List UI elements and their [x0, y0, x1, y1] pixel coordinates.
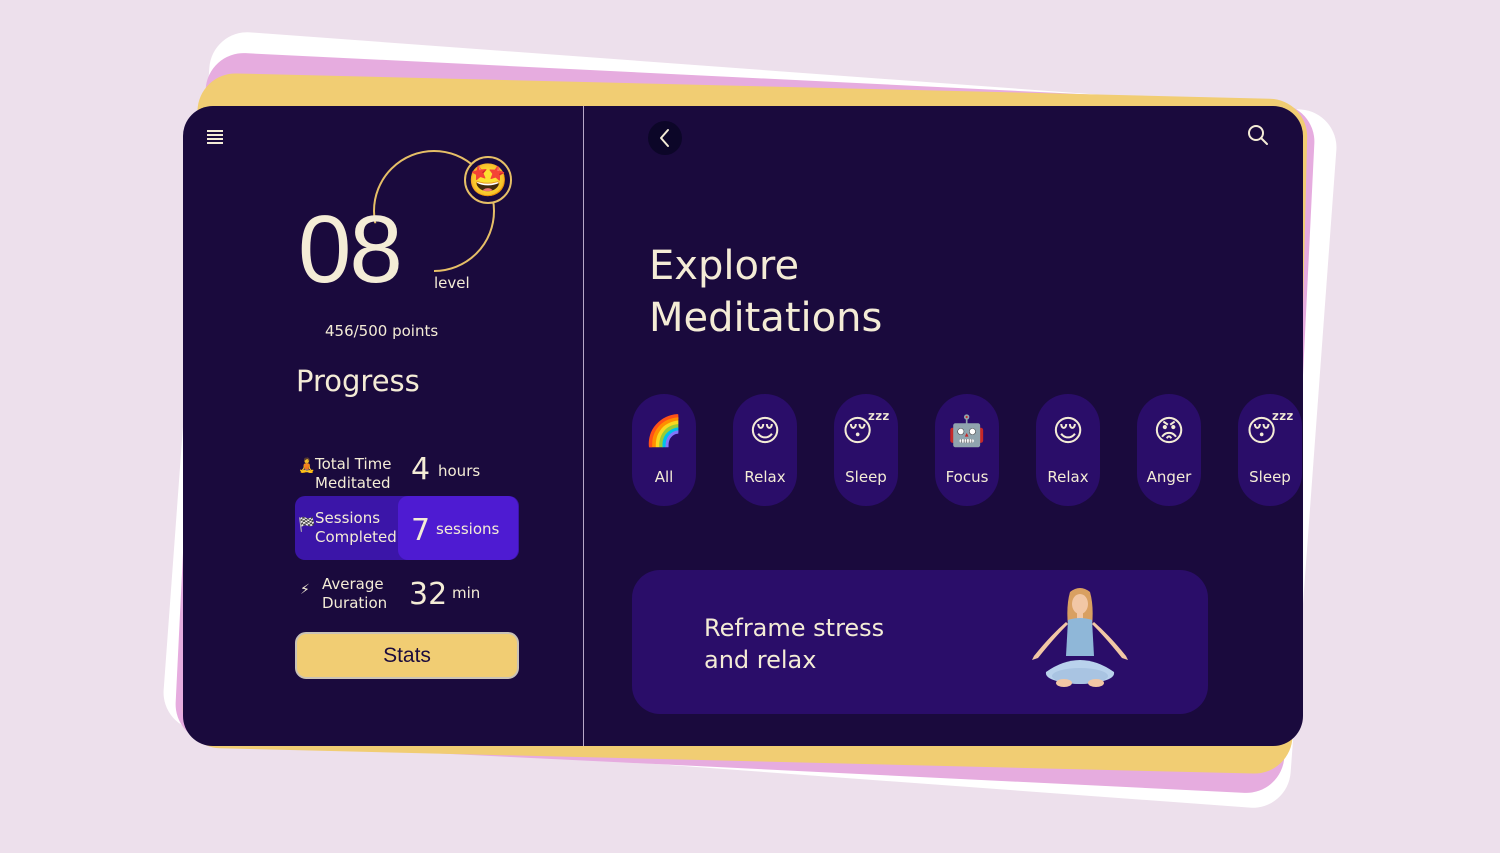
chip-label: Focus [945, 468, 989, 486]
lightning-icon: ⚡ [300, 582, 310, 598]
category-chip-all[interactable]: 🌈 All [632, 394, 696, 506]
angry-face-icon: 😡 [1153, 414, 1185, 449]
level-label: level [434, 274, 470, 292]
relieved-face-icon: 😌 [749, 414, 781, 449]
sleeping-face-icon: 😴 [841, 414, 891, 449]
stat-value-box: 7 sessions [398, 496, 518, 560]
progress-title: Progress [296, 364, 420, 398]
category-chip-relax-2[interactable]: 😌 Relax [1036, 394, 1100, 506]
meditation-icon: 🧘 [298, 458, 316, 474]
stat-unit: hours [438, 462, 481, 480]
category-chip-anger[interactable]: 😡 Anger [1137, 394, 1201, 506]
stat-number: 7 [411, 513, 431, 548]
rainbow-icon: 🌈 [645, 414, 683, 449]
chip-label: Relax [744, 468, 786, 486]
app-window: 🤩 08 level 456/500 points Progress 🧘 Tot… [183, 106, 1303, 746]
stat-unit: min [452, 584, 481, 602]
stat-number: 4 [411, 452, 431, 487]
chevron-left-icon [660, 129, 669, 147]
robot-icon: 🤖 [948, 414, 986, 449]
sleeping-face-icon: 😴 [1245, 414, 1295, 449]
search-icon [1248, 125, 1268, 145]
stats-button[interactable]: Stats [295, 632, 519, 679]
stat-number: 32 [409, 577, 448, 612]
stat-sessions-completed: 🏁 Sessions Completed 7 sessions [295, 496, 519, 560]
level-emoji-badge: 🤩 [464, 156, 512, 204]
stat-label: Total Time Meditated [315, 455, 392, 492]
chip-label: Sleep [845, 468, 887, 486]
back-button[interactable] [648, 121, 682, 155]
level-number: 08 [298, 196, 403, 303]
hamburger-menu-icon[interactable] [207, 130, 223, 144]
chip-label: Sleep [1249, 468, 1291, 486]
panel-divider [583, 106, 584, 746]
stat-unit: sessions [436, 520, 500, 538]
category-chip-sleep-2[interactable]: 😴 Sleep [1238, 394, 1302, 506]
banner-text: Reframe stress and relax [704, 614, 885, 674]
category-chip-relax[interactable]: 😌 Relax [733, 394, 797, 506]
chip-label: Anger [1146, 468, 1192, 486]
stat-label: Average Duration [322, 575, 388, 612]
category-chip-sleep[interactable]: 😴 Sleep [834, 394, 898, 506]
stat-average-duration: ⚡ Average Duration 32 min [295, 570, 519, 634]
category-chip-focus[interactable]: 🤖 Focus [935, 394, 999, 506]
stat-value-box: 32 min [397, 570, 517, 634]
points-text: 456/500 points [325, 322, 439, 340]
meditating-woman-illustration [1032, 588, 1128, 687]
checkered-flag-icon: 🏁 [298, 517, 316, 533]
search-button[interactable] [1247, 124, 1269, 146]
stat-label: Sessions Completed [315, 509, 397, 546]
relieved-face-icon: 😌 [1052, 414, 1084, 449]
page-title: Explore Meditations [649, 243, 883, 341]
chip-label: Relax [1047, 468, 1089, 486]
featured-meditation-banner[interactable]: Reframe stress and relax [632, 570, 1208, 714]
chip-label: All [654, 468, 674, 486]
